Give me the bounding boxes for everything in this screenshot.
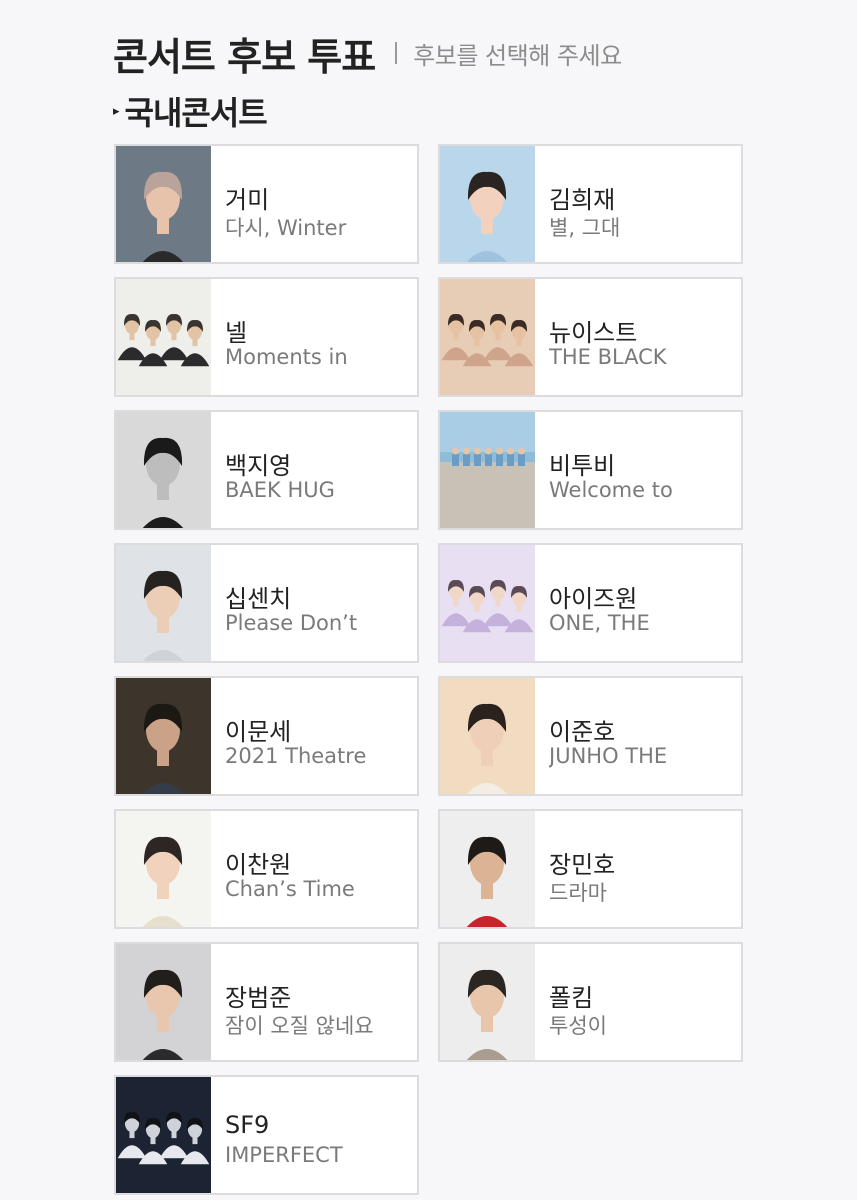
candidate-card[interactable]: 장범준 잠이 오질 않네요 [114,942,419,1062]
artist-name: 장민호 [549,851,616,879]
artist-photo [440,279,535,395]
candidate-card[interactable]: SF9 IMPERFECT [114,1075,419,1195]
candidate-card[interactable]: 이찬원 Chan’s Time [114,809,419,929]
artist-name: 아이즈원 [549,585,638,613]
artist-name: 폴킴 [549,984,594,1012]
artist-photo [440,944,535,1060]
artist-photo [116,678,211,794]
candidate-card[interactable]: 김희재 별, 그대 [438,144,743,264]
candidate-card[interactable]: 백지영 BAEK HUG [114,410,419,530]
concert-title: 별, 그대 [549,216,621,240]
concert-title: 다시, Winter [225,216,347,240]
concert-title: Chan’s Time [225,877,355,901]
section-header: ▸ 국내콘서트 [113,86,268,136]
concert-title: IMPERFECT [225,1143,343,1167]
artist-name: 장범준 [225,984,292,1012]
concert-title: 2021 Theatre [225,744,367,768]
artist-name: SF9 [225,1111,270,1139]
candidate-card[interactable]: 아이즈원 ONE, THE [438,543,743,663]
artist-name: 이준호 [549,718,616,746]
artist-photo [116,811,211,927]
candidate-card[interactable]: 거미 다시, Winter [114,144,419,264]
page-header: 콘서트 후보 투표 후보를 선택해 주세요 [113,28,622,79]
concert-title: 투성이 [549,1014,607,1038]
candidate-card[interactable]: 십센치 Please Don’t [114,543,419,663]
artist-name: 김희재 [549,186,616,214]
chevron-bullet-icon: ▸ [113,103,120,119]
artist-name: 백지영 [225,452,292,480]
artist-photo [116,412,211,528]
candidate-card[interactable]: 이준호 JUNHO THE [438,676,743,796]
page-title: 콘서트 후보 투표 [113,34,376,79]
artist-photo [440,678,535,794]
concert-title: Please Don’t [225,611,358,635]
artist-photo [440,545,535,661]
artist-name: 이찬원 [225,851,292,879]
artist-photo [440,146,535,262]
artist-photo [440,811,535,927]
candidate-card[interactable]: 이문세 2021 Theatre [114,676,419,796]
artist-photo [116,1077,211,1193]
artist-photo [116,944,211,1060]
artist-photo [116,545,211,661]
artist-name: 십센치 [225,585,292,613]
artist-name: 넬 [225,319,248,347]
concert-title: THE BLACK [549,345,667,369]
candidate-card[interactable]: 폴킴 투성이 [438,942,743,1062]
candidate-grid: 거미 다시, Winter 김희재 별, 그대 넬 Moments in 뉴이스트 THE B… [114,144,743,1195]
artist-name: 비투비 [549,452,616,480]
concert-title: BAEK HUG [225,478,335,502]
artist-photo [440,412,535,528]
concert-title: ONE, THE [549,611,650,635]
concert-title: 잠이 오질 않네요 [225,1014,374,1038]
concert-title: Welcome to [549,478,673,502]
concert-title: 드라마 [549,881,607,905]
artist-photo [116,146,211,262]
artist-name: 뉴이스트 [549,319,638,347]
header-divider [395,42,398,64]
candidate-card[interactable]: 넬 Moments in [114,277,419,397]
candidate-card[interactable]: 뉴이스트 THE BLACK [438,277,743,397]
page-subtitle: 후보를 선택해 주세요 [413,41,622,70]
concert-title: JUNHO THE [549,744,668,768]
candidate-card[interactable]: 장민호 드라마 [438,809,743,929]
artist-name: 이문세 [225,718,292,746]
section-title: 국내콘서트 [124,94,268,132]
artist-photo [116,279,211,395]
candidate-card[interactable]: 비투비 Welcome to [438,410,743,530]
concert-title: Moments in [225,345,348,369]
artist-name: 거미 [225,186,270,214]
